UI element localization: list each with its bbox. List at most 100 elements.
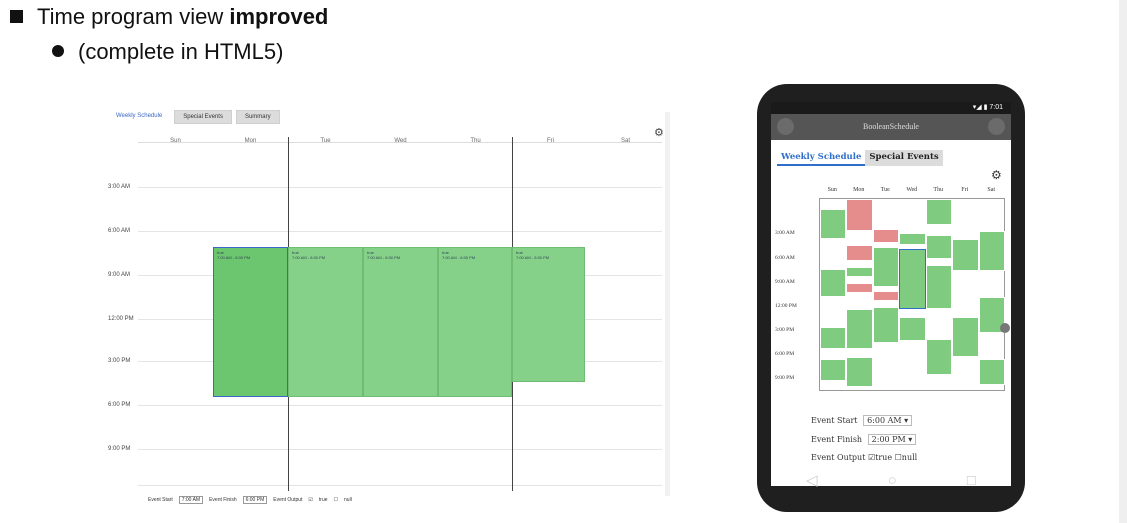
day-header: Fri (961, 187, 969, 193)
finish-minute[interactable]: 00 (879, 435, 889, 444)
bullet-sub-text: (complete in HTML5) (78, 39, 284, 64)
event-output-row: Event Output ☑true ☐null (811, 453, 1001, 462)
true-checkbox[interactable]: ☑ (308, 497, 312, 503)
event-block[interactable] (926, 265, 952, 309)
true-label: true (318, 497, 328, 503)
event-block[interactable] (979, 359, 1005, 385)
event-block[interactable] (873, 291, 899, 301)
desktop-schedule: Weekly Schedule Special Events Summary ⚙… (108, 106, 674, 518)
time-label: 9:00 PM (108, 446, 131, 452)
null-checkbox[interactable]: ☐ (334, 497, 338, 503)
chevron-down-icon[interactable]: ▾ (902, 416, 908, 425)
event-block[interactable] (873, 247, 899, 287)
home-icon[interactable]: ○ (888, 472, 897, 489)
grid-line (138, 405, 662, 406)
phone-frame: ▾◢ ▮ 7:01 BooleanSchedule Weekly Schedul… (757, 84, 1025, 512)
day-header: Tue (880, 187, 890, 193)
event-block[interactable] (873, 229, 899, 243)
event-block[interactable] (979, 231, 1005, 271)
event-block[interactable] (899, 233, 926, 245)
event-block[interactable] (820, 359, 846, 381)
event-block[interactable] (952, 239, 979, 271)
event-block[interactable] (846, 357, 873, 387)
day-header: Mon (853, 187, 865, 193)
scrollbar[interactable] (665, 112, 670, 496)
tab-special-events[interactable]: Special Events (865, 150, 943, 166)
time-label: 12:00 PM (775, 303, 797, 309)
time-label: 6:00 PM (775, 351, 795, 357)
event-block[interactable] (846, 283, 873, 293)
grid-line (138, 231, 662, 232)
square-bullet-icon (10, 9, 23, 23)
time-label: 9:00 AM (108, 272, 131, 278)
app-bar: BooleanSchedule (771, 114, 1011, 140)
event-start-label: Event Start (148, 497, 173, 503)
null-label: null (901, 453, 918, 462)
event-start-label: Event Start (811, 416, 858, 425)
event-sub: 7:00 AM - 6:00 PM (292, 255, 326, 260)
event-start-input[interactable]: 7:00 AM (178, 496, 204, 504)
event-start-input[interactable]: 6:00 AM ▾ (863, 415, 913, 426)
status-time: 7:01 (989, 104, 1003, 111)
phone-grid (819, 198, 1005, 391)
start-ampm[interactable]: AM (888, 416, 902, 425)
event-block[interactable] (926, 235, 952, 259)
null-checkbox[interactable]: ☐ (895, 453, 902, 462)
event-block[interactable]: true 7:00 AM - 6:00 PM (288, 247, 363, 397)
event-start-row: Event Start 6:00 AM ▾ (811, 415, 1001, 426)
finish-ampm[interactable]: PM (892, 435, 906, 444)
event-block-selected[interactable] (899, 249, 926, 309)
start-hour[interactable]: 6 (867, 416, 872, 425)
finish-hour[interactable]: 2 (872, 435, 877, 444)
tab-special-events[interactable]: Special Events (174, 110, 232, 124)
event-block[interactable] (846, 199, 873, 231)
edge-strip (1119, 0, 1127, 523)
event-finish-row: Event Finish 2:00 PM ▾ (811, 434, 1001, 445)
event-block[interactable]: true 7:00 AM - 6:00 PM (438, 247, 512, 397)
time-label: 3:00 PM (108, 358, 131, 364)
event-block[interactable] (873, 307, 899, 343)
event-block[interactable]: true 7:00 AM - 5:00 PM (512, 247, 585, 382)
event-block[interactable] (820, 209, 846, 239)
event-sub: 7:00 AM - 6:00 PM (442, 255, 476, 260)
event-block[interactable] (820, 327, 846, 349)
event-block[interactable] (926, 199, 952, 225)
event-sub: 7:00 AM - 5:00 PM (516, 255, 550, 260)
desktop-grid: true 7:00 AM - 6:00 PM true 7:00 AM - 6:… (138, 137, 662, 491)
action-icon[interactable] (988, 118, 1005, 135)
time-label: 3:00 AM (108, 184, 131, 190)
day-header: Sun (827, 187, 837, 193)
event-block[interactable] (952, 317, 979, 357)
time-label: 3:00 PM (775, 327, 795, 333)
event-finish-label: Event Finish (209, 497, 237, 503)
event-output-label: Event Output (811, 453, 866, 462)
chevron-down-icon[interactable]: ▾ (906, 435, 912, 444)
bullet-main: Time program view improved (10, 3, 328, 31)
event-block[interactable] (926, 339, 952, 375)
time-label: 12:00 PM (108, 316, 134, 322)
event-block[interactable] (846, 309, 873, 349)
event-finish-input[interactable]: 6:00 PM (242, 496, 268, 504)
tab-weekly-schedule[interactable]: Weekly Schedule (777, 150, 866, 166)
grid-line (138, 187, 662, 188)
android-nav-bar: ◁ ○ □ (771, 464, 1011, 496)
back-icon[interactable]: ◁ (806, 471, 818, 489)
signal-icon: ▾◢ ▮ (972, 104, 990, 111)
event-sub: 7:00 AM - 6:00 PM (367, 255, 401, 260)
recents-icon[interactable]: □ (967, 472, 976, 489)
scroll-handle[interactable] (1000, 323, 1010, 333)
time-label: 9:00 PM (775, 375, 795, 381)
event-finish-label: Event Finish (811, 435, 863, 444)
start-minute[interactable]: 00 (875, 416, 885, 425)
event-block[interactable] (899, 317, 926, 341)
event-block[interactable] (846, 245, 873, 261)
tab-summary[interactable]: Summary (235, 110, 280, 124)
event-block[interactable] (846, 267, 873, 277)
event-block[interactable]: true 7:00 AM - 6:00 PM (363, 247, 438, 397)
event-finish-input[interactable]: 2:00 PM ▾ (867, 434, 917, 445)
event-block[interactable] (820, 269, 846, 297)
tab-weekly-schedule[interactable]: Weekly Schedule (108, 110, 170, 122)
status-bar: ▾◢ ▮ 7:01 (771, 102, 1011, 114)
gear-icon[interactable]: ⚙ (991, 168, 1002, 182)
event-block[interactable]: true 7:00 AM - 6:00 PM (213, 247, 288, 397)
